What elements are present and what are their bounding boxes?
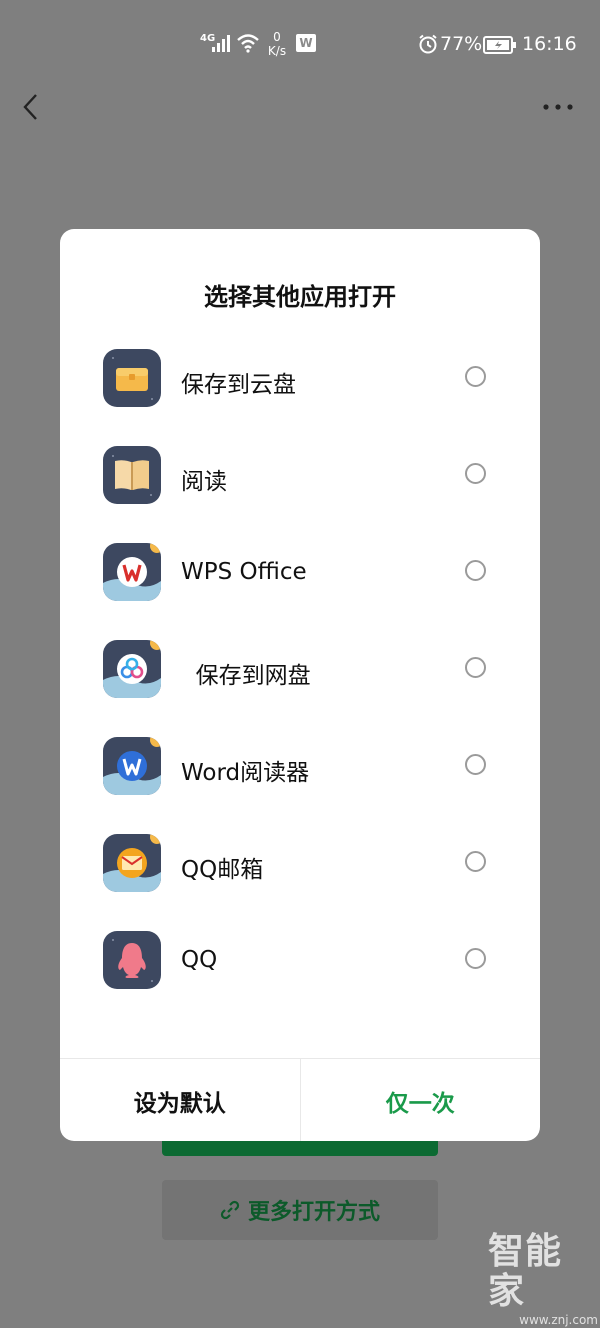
baidu-netdisk-icon <box>103 640 161 698</box>
app-item-reader[interactable]: 阅读 <box>60 446 540 543</box>
app-item-wps-office[interactable]: WPS Office <box>60 543 540 640</box>
signal-icon <box>212 35 230 52</box>
app-item-word-reader[interactable]: Word阅读器 <box>60 737 540 834</box>
more-options-icon[interactable] <box>540 100 576 114</box>
radio-reader[interactable] <box>465 463 486 484</box>
speed-unit: K/s <box>267 44 287 58</box>
word-reader-icon <box>103 737 161 795</box>
cloud-drive-icon <box>103 349 161 407</box>
qq-icon <box>103 931 161 989</box>
wifi-icon <box>237 34 259 53</box>
watermark-url: www.znj.com <box>519 1313 598 1327</box>
clock: 16:16 <box>522 33 577 55</box>
app-label: QQ <box>181 947 218 973</box>
watermark: 智能家 www.znj.com <box>488 1232 598 1328</box>
qq-mail-icon <box>103 834 161 892</box>
back-icon[interactable] <box>20 92 44 122</box>
app-item-qq-mail[interactable]: QQ邮箱 <box>60 834 540 931</box>
app-item-netdisk[interactable]: 保存到网盘 <box>60 640 540 737</box>
dialog-title: 选择其他应用打开 <box>204 283 396 311</box>
network-speed: 0 K/s <box>264 30 290 58</box>
battery-percent: 77% <box>440 33 483 55</box>
app-list: 保存到云盘 阅读 WPS Office 保存到网盘 Word阅读器 QQ邮箱 Q… <box>60 349 540 1028</box>
wps-office-icon <box>103 543 161 601</box>
watermark-brand: 智能家 <box>488 1231 563 1312</box>
set-default-button[interactable]: 设为默认 <box>60 1059 301 1141</box>
app-label: 保存到网盘 <box>181 663 311 689</box>
alarm-icon <box>419 34 437 54</box>
battery-charging-icon <box>483 36 516 54</box>
link-icon <box>220 1200 240 1220</box>
app-label: QQ邮箱 <box>181 857 264 883</box>
radio-qq-mail[interactable] <box>465 851 486 872</box>
radio-wps-office[interactable] <box>465 560 486 581</box>
speed-value: 0 <box>273 30 281 44</box>
app-label: 阅读 <box>181 469 227 495</box>
radio-netdisk[interactable] <box>465 657 486 678</box>
just-once-button[interactable]: 仅一次 <box>301 1059 541 1141</box>
more-open-methods-button: 更多打开方式 <box>162 1180 438 1240</box>
dialog-footer: 设为默认 仅一次 <box>60 1058 540 1141</box>
app-item-qq[interactable]: QQ <box>60 931 540 1028</box>
radio-qq[interactable] <box>465 948 486 969</box>
book-reader-icon <box>103 446 161 504</box>
radio-word-reader[interactable] <box>465 754 486 775</box>
app-label: 保存到云盘 <box>181 372 296 398</box>
radio-cloud-drive[interactable] <box>465 366 486 387</box>
open-with-dialog: 选择其他应用打开 保存到云盘 阅读 WPS Office 保存到网盘 Word阅… <box>60 229 540 1141</box>
more-open-methods-label: 更多打开方式 <box>247 1200 380 1225</box>
app-label: Word阅读器 <box>181 760 310 786</box>
app-item-cloud-drive[interactable]: 保存到云盘 <box>60 349 540 446</box>
wps-notification-icon: W <box>296 34 316 52</box>
app-label: WPS Office <box>181 559 307 585</box>
status-bar: 4G 0 K/s W 77% 16:16 <box>0 0 600 88</box>
